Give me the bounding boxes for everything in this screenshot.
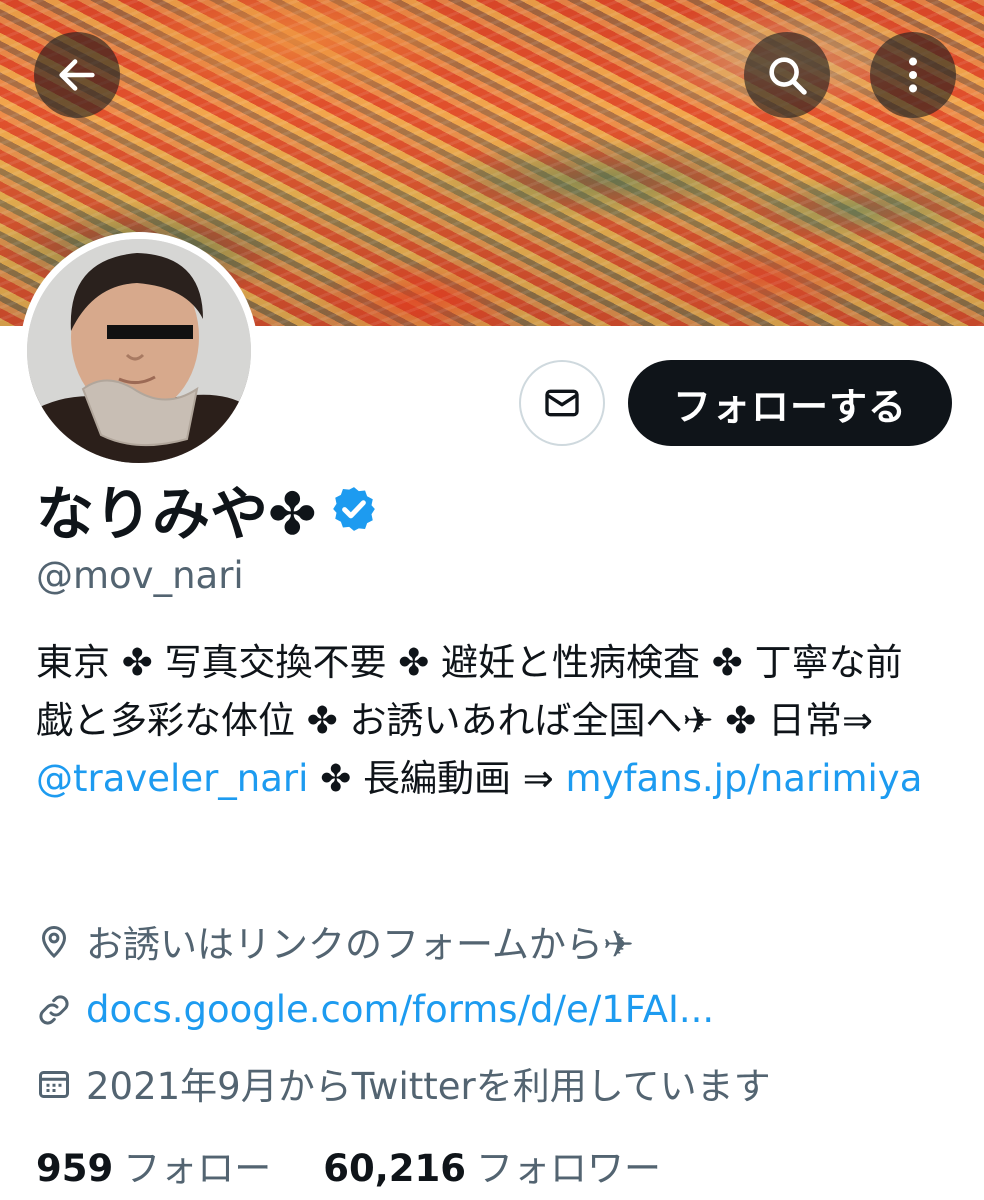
link-icon [39, 994, 69, 1025]
location-text: お誘いはリンクのフォームから✈ [86, 923, 634, 966]
avatar-photo [27, 239, 251, 463]
bio-url-link[interactable]: myfans.jp/narimiya [566, 757, 923, 800]
followers-count: 60,216 [323, 1147, 467, 1190]
search-icon [769, 57, 807, 95]
following-stat[interactable]: 959 フォロー [36, 1138, 271, 1192]
location-pin-icon [41, 926, 67, 959]
website-link[interactable]: docs.google.com/forms/d/e/1FAI... [86, 988, 714, 1031]
following-count: 959 [36, 1147, 114, 1190]
follow-button[interactable]: フォローする [628, 360, 952, 446]
followers-stat[interactable]: 60,216 フォロワー [323, 1138, 661, 1192]
followers-label: フォロワー [476, 1147, 662, 1190]
avatar[interactable] [20, 232, 258, 470]
search-button[interactable] [744, 32, 830, 118]
display-name: なりみや✤ [36, 480, 317, 548]
location-row: お誘いはリンクのフォームから✈ [36, 914, 634, 968]
arrow-left-icon [59, 59, 95, 91]
envelope-icon [545, 389, 579, 417]
calendar-icon [39, 1071, 69, 1098]
back-button[interactable] [34, 32, 120, 118]
following-label: フォロー [123, 1147, 272, 1190]
more-options-button[interactable] [870, 32, 956, 118]
message-button[interactable] [519, 360, 605, 446]
website-row: docs.google.com/forms/d/e/1FAI... [36, 988, 714, 1031]
joined-text: 2021年9月からTwitterを利用しています [86, 1065, 771, 1108]
follow-stats: 959 フォロー 60,216 フォロワー [36, 1138, 713, 1192]
handle: @mov_nari [36, 554, 244, 597]
joined-row: 2021年9月からTwitterを利用しています [36, 1056, 771, 1110]
verified-badge-icon[interactable] [329, 484, 379, 534]
bio: 東京 ✤ 写真交換不要 ✤ 避妊と性病検査 ✤ 丁寧な前戯と多彩な体位 ✤ お誘… [36, 634, 936, 808]
more-vertical-icon [908, 57, 918, 93]
bio-mention-link[interactable]: @traveler_nari [36, 757, 308, 800]
bio-text: 東京 ✤ 写真交換不要 ✤ 避妊と性病検査 ✤ 丁寧な前戯と多彩な体位 ✤ お誘… [36, 641, 903, 742]
name-row: なりみや✤ [36, 472, 379, 548]
bio-text: ✤ 長編動画 ⇒ [308, 757, 566, 800]
